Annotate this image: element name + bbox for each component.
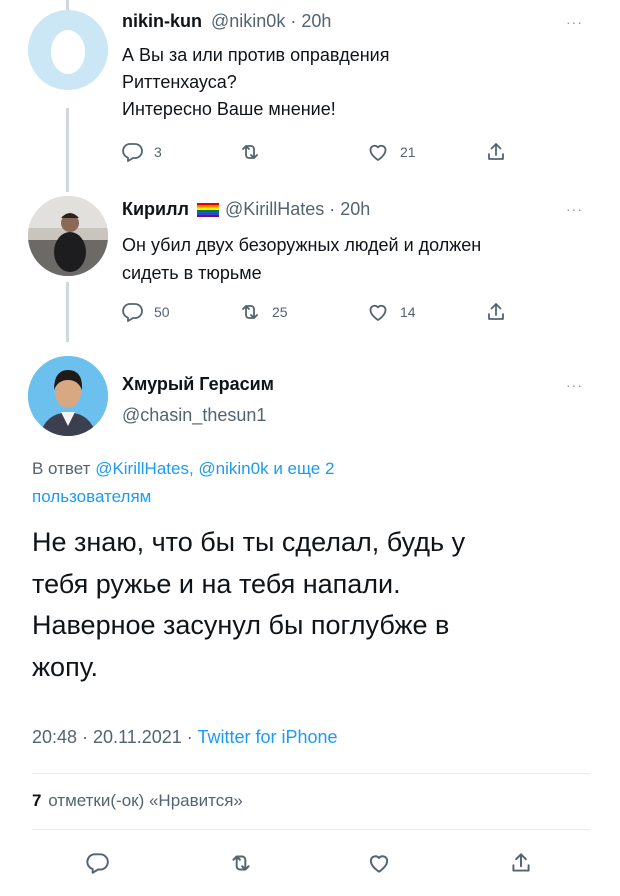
like-button[interactable]: 21	[366, 140, 416, 164]
retweet-icon	[232, 855, 250, 871]
tweet-header: nikin-kun @nikin0k · 20h	[122, 11, 331, 32]
share-icon	[488, 303, 504, 320]
heart-icon	[369, 304, 387, 321]
retweet-button[interactable]	[238, 140, 272, 164]
author-meta[interactable]: @nikin0k · 20h	[211, 11, 331, 31]
like-button-main[interactable]	[366, 850, 392, 876]
reply-others-link[interactable]: и еще 2	[273, 459, 334, 478]
reply-button[interactable]: 50	[120, 300, 170, 324]
thread-line-2	[66, 282, 69, 342]
client-link[interactable]: Twitter for iPhone	[197, 727, 337, 747]
like-count: 21	[400, 144, 416, 160]
thread-line-1	[66, 108, 69, 192]
author-name[interactable]: Хмурый Герасим	[122, 374, 274, 395]
avatar-egg[interactable]	[28, 10, 108, 90]
reply-button-main[interactable]	[84, 850, 110, 876]
tweet-line: сидеть в тюрьме	[122, 263, 262, 283]
egg-icon	[51, 30, 85, 74]
reply-context: В ответ @KirillHates, @nikin0k и еще 2 п…	[32, 455, 334, 511]
author-handle[interactable]: @chasin_thesun1	[122, 405, 266, 426]
more-icon[interactable]: ···	[566, 201, 583, 217]
tweet-line: Риттенхауса?	[122, 72, 237, 92]
reply-prefix: В ответ	[32, 459, 91, 478]
reply-icon	[122, 143, 143, 162]
reply-icon	[86, 853, 109, 874]
person-photo	[28, 196, 108, 276]
tweet-text: А Вы за или против оправдения Риттенхаус…	[122, 42, 389, 123]
tweet-line: Не знаю, что бы ты сделал, будь у	[32, 527, 466, 557]
like-count: 14	[400, 304, 416, 320]
tweet-text: Он убил двух безоружных людей и должен с…	[122, 231, 481, 287]
likes-row[interactable]: 7 отметки(-ок) «Нравится»	[32, 791, 243, 811]
tweet-header: Кирилл @KirillHates · 20h	[122, 199, 370, 220]
reply-others-link-cont[interactable]: пользователям	[32, 483, 334, 511]
tweet-line: А Вы за или против оправдения	[122, 45, 390, 65]
tweet-line: Он убил двух безоружных людей и должен	[122, 235, 482, 255]
retweet-button-main[interactable]	[228, 850, 254, 876]
reply-count: 50	[154, 304, 170, 320]
person-photo	[28, 356, 108, 436]
likes-label: отметки(-ок) «Нравится»	[48, 791, 243, 810]
share-button[interactable]	[484, 140, 508, 164]
author-name[interactable]: Кирилл	[122, 199, 189, 220]
avatar-kirill[interactable]	[28, 196, 108, 276]
reply-icon	[122, 303, 143, 322]
rainbow-flag-icon	[196, 202, 219, 217]
divider	[32, 773, 590, 774]
share-icon	[488, 143, 504, 160]
share-icon	[512, 853, 530, 872]
retweet-icon	[242, 305, 258, 319]
avatar-gerasim[interactable]	[28, 356, 108, 436]
tweet-line: тебя ружье и на тебя напали.	[32, 568, 401, 599]
timestamp[interactable]: 20:48 · 20.11.2021 ·	[32, 727, 197, 747]
more-icon[interactable]: ···	[566, 377, 583, 393]
tweet-line: Интересно Ваше мнение!	[122, 99, 336, 119]
like-button[interactable]: 14	[366, 300, 416, 324]
heart-icon	[369, 855, 389, 873]
retweet-icon	[242, 145, 258, 159]
tweet-body: Не знаю, что бы ты сделал, будь у тебя р…	[32, 522, 465, 688]
likes-count: 7	[32, 791, 42, 810]
share-button[interactable]	[484, 300, 508, 324]
retweet-count: 25	[272, 304, 288, 320]
divider	[32, 829, 590, 830]
tweet-line: жопу.	[32, 651, 98, 682]
retweet-button[interactable]: 25	[238, 300, 288, 324]
heart-icon	[369, 144, 387, 161]
reply-count: 3	[154, 144, 162, 160]
more-icon[interactable]: ···	[566, 14, 583, 30]
timestamp-row: 20:48 · 20.11.2021 · Twitter for iPhone	[32, 727, 338, 748]
reply-button[interactable]: 3	[120, 140, 162, 164]
author-meta[interactable]: @KirillHates · 20h	[225, 199, 370, 220]
author-name[interactable]: nikin-kun	[122, 11, 202, 31]
reply-users-link[interactable]: @KirillHates, @nikin0k	[95, 459, 268, 478]
share-button-main[interactable]	[508, 850, 534, 876]
tweet-line: Наверное засунул бы поглубже в	[32, 610, 450, 640]
